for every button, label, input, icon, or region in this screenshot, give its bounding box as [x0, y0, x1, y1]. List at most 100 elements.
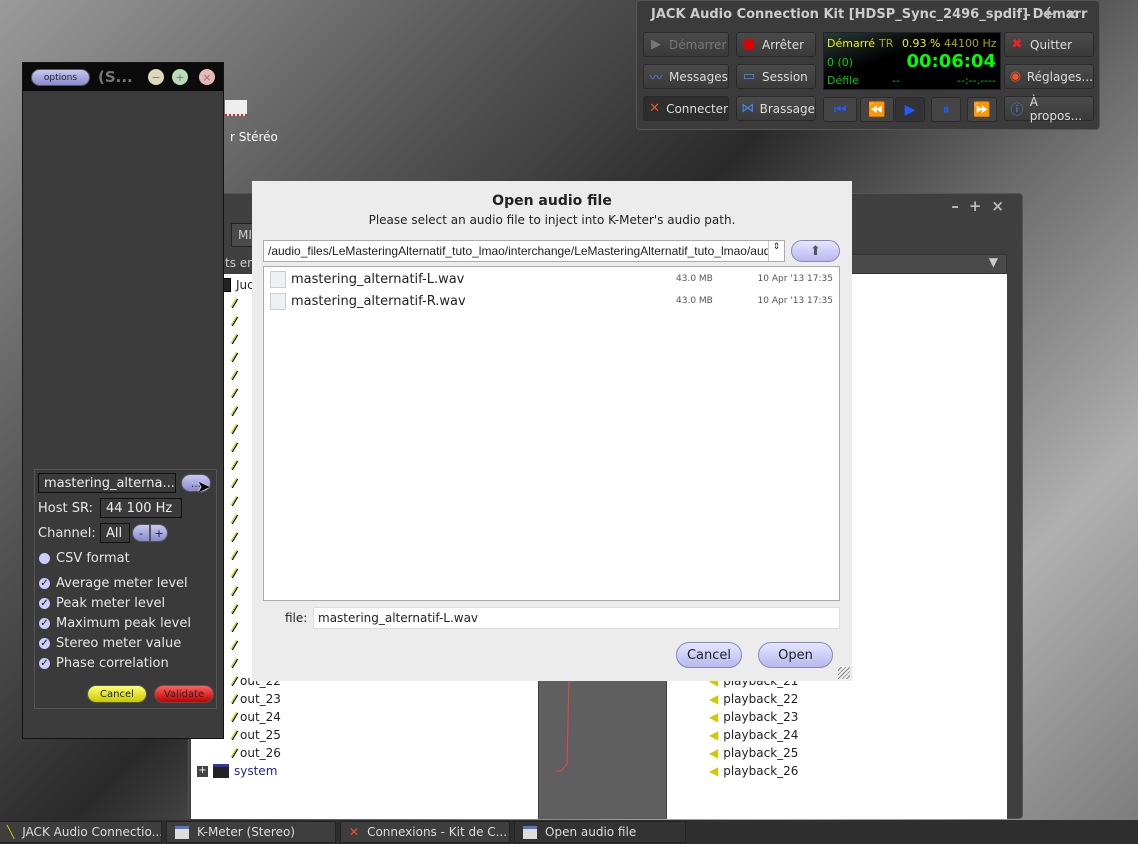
- option-checkbox[interactable]: ✓ Average meter level: [39, 576, 188, 591]
- output-port-row[interactable]: ⁄: [233, 492, 235, 510]
- channel-increment-button[interactable]: +: [150, 524, 168, 542]
- host-sr-field[interactable]: 44 100 Hz: [100, 498, 182, 518]
- output-port-row[interactable]: ⁄: [233, 438, 235, 456]
- output-port-row[interactable]: ⁄: [233, 564, 235, 582]
- output-port-row[interactable]: ⁄: [233, 348, 235, 366]
- taskbar-item-open-audio-file[interactable]: Open audio file: [514, 821, 686, 843]
- taskbar-item-kmeter[interactable]: K-Meter (Stereo): [166, 821, 336, 843]
- output-port-row[interactable]: ⁄: [233, 474, 235, 492]
- maximize-button[interactable]: +: [172, 69, 188, 85]
- file-name: mastering_alternatif-L.wav: [291, 271, 465, 287]
- input-port-row[interactable]: ◀ playback_25: [709, 744, 798, 762]
- output-port-row[interactable]: ⁄: [233, 654, 235, 672]
- port-label: out_23: [240, 692, 281, 706]
- setup-icon: ◉: [1009, 69, 1022, 84]
- jack-plug-icon: ⁄: [233, 296, 236, 310]
- output-port-row[interactable]: ⁄: [233, 546, 235, 564]
- parent-folder-button[interactable]: ⬆: [791, 240, 840, 262]
- input-port-row[interactable]: ◀ playback_26: [709, 762, 798, 780]
- server-status: Démarré: [827, 37, 876, 50]
- expand-icon[interactable]: +: [197, 765, 208, 777]
- channel-field[interactable]: All: [100, 523, 130, 543]
- option-checkbox[interactable]: ✓ Maximum peak level: [39, 616, 191, 631]
- file-row[interactable]: mastering_alternatif-R.wav 43.0 MB 10 Apr …: [270, 291, 833, 311]
- file-list[interactable]: mastering_alternatif-L.wav 43.0 MB 10 Apr …: [263, 266, 840, 601]
- output-port-row[interactable]: ⁄: [233, 402, 235, 420]
- cancel-button[interactable]: Cancel: [87, 685, 147, 703]
- connect-button[interactable]: ✕ Connecter: [643, 96, 729, 121]
- output-port-row[interactable]: ⁄: [233, 618, 235, 636]
- input-port-row[interactable]: ◀ playback_22: [709, 690, 798, 708]
- about-button[interactable]: ⓘ À propos...: [1004, 95, 1094, 123]
- resize-grip[interactable]: [838, 667, 850, 679]
- close-button[interactable]: ×: [1065, 5, 1089, 23]
- input-port-row[interactable]: ◀ playback_23: [709, 708, 798, 726]
- output-port-row[interactable]: ⁄: [233, 456, 235, 474]
- csv-format-radio[interactable]: CSV format: [39, 551, 130, 566]
- setup-button[interactable]: ◉ Réglages...: [1004, 64, 1094, 89]
- file-date: 10 Apr '13 17:35: [757, 296, 833, 306]
- checkbox-label: Stereo meter value: [56, 636, 182, 651]
- kmeter-titlebar: options (S... − + ×: [23, 63, 223, 91]
- option-checkbox[interactable]: ✓ Stereo meter value: [39, 636, 181, 651]
- jack-plug-icon: ⁄: [233, 656, 236, 670]
- output-port-row[interactable]: ⁄: [233, 312, 235, 330]
- session-button[interactable]: ▭ Session: [736, 64, 816, 89]
- stop-button[interactable]: ■ Arrêter: [736, 32, 816, 57]
- output-port-row[interactable]: ⁄: [233, 582, 235, 600]
- taskbar-item-jack[interactable]: ╲ JACK Audio Connectio...: [0, 821, 162, 843]
- patchbay-button[interactable]: ⋈ Brassage: [736, 96, 816, 121]
- output-port-row[interactable]: ⁄: [233, 510, 235, 528]
- output-port-row[interactable]: ⁄: [233, 600, 235, 618]
- speaker-icon: ◀: [709, 710, 719, 724]
- validate-button[interactable]: Validate: [154, 685, 214, 703]
- output-port-row[interactable]: ⁄ out_26: [233, 744, 281, 762]
- option-checkbox[interactable]: ✓ Peak meter level: [39, 596, 165, 611]
- bpm: --: [892, 74, 900, 87]
- output-port-row[interactable]: ⁄: [233, 636, 235, 654]
- start-button[interactable]: ▶ Démarrer: [643, 32, 729, 57]
- system-row[interactable]: + system: [197, 762, 277, 780]
- file-name-input[interactable]: mastering_alternatif-L.wav: [313, 607, 840, 629]
- forward-button[interactable]: ⏩: [967, 97, 997, 122]
- list-header-left: ts en: [225, 256, 255, 270]
- rewind-button[interactable]: ⏪: [860, 97, 894, 122]
- desktop-icon[interactable]: r Stéréo: [225, 98, 278, 146]
- output-port-row[interactable]: ⁄ out_24: [233, 708, 281, 726]
- close-button[interactable]: ×: [991, 197, 1014, 215]
- output-port-row[interactable]: ⁄: [233, 384, 235, 402]
- output-port-row[interactable]: ⁄ out_25: [233, 726, 281, 744]
- jack-plug-icon: ⁄: [233, 440, 236, 454]
- channel-decrement-button[interactable]: -: [132, 524, 150, 542]
- messages-button[interactable]: 〰 Messages: [643, 64, 729, 89]
- file-row[interactable]: mastering_alternatif-L.wav 43.0 MB 10 Apr …: [270, 269, 833, 289]
- quit-button[interactable]: ✖ Quitter: [1004, 32, 1094, 57]
- output-port-row[interactable]: ⁄: [233, 294, 235, 312]
- options-button[interactable]: options: [31, 69, 90, 86]
- output-port-row[interactable]: ⁄ out_23: [233, 690, 281, 708]
- rewind-start-button[interactable]: ⏮: [823, 97, 857, 122]
- close-button[interactable]: ×: [199, 69, 215, 85]
- minimize-button[interactable]: −: [148, 69, 164, 85]
- pause-button[interactable]: ⏸: [931, 97, 961, 122]
- play-button[interactable]: ▶: [895, 97, 925, 122]
- maximize-button[interactable]: +: [969, 197, 992, 215]
- option-checkbox[interactable]: ✓ Phase correlation: [39, 656, 169, 671]
- taskbar-item-connections[interactable]: ✕ Connexions - Kit de C...: [340, 821, 510, 843]
- audio-file-field[interactable]: mastering_alterna...: [38, 473, 176, 493]
- minimize-button[interactable]: –: [951, 197, 969, 215]
- maximize-button[interactable]: +: [1042, 5, 1066, 23]
- jack-plug-icon: ⁄: [233, 368, 236, 382]
- minimize-button[interactable]: –: [1023, 5, 1042, 23]
- output-port-row[interactable]: ⁄: [233, 420, 235, 438]
- path-combobox[interactable]: /audio_files/LeMasteringAlternatif_tuto_…: [263, 240, 785, 262]
- radio-icon: [39, 553, 50, 564]
- output-port-row[interactable]: ⁄: [233, 366, 235, 384]
- output-port-row[interactable]: ⁄: [233, 330, 235, 348]
- input-port-row[interactable]: ◀ playback_24: [709, 726, 798, 744]
- cancel-button[interactable]: Cancel: [676, 642, 742, 668]
- output-port-row[interactable]: ⁄: [233, 528, 235, 546]
- speaker-icon: ◀: [709, 728, 719, 742]
- mouse-cursor-icon: ➤: [197, 477, 211, 496]
- open-button[interactable]: Open: [758, 642, 833, 668]
